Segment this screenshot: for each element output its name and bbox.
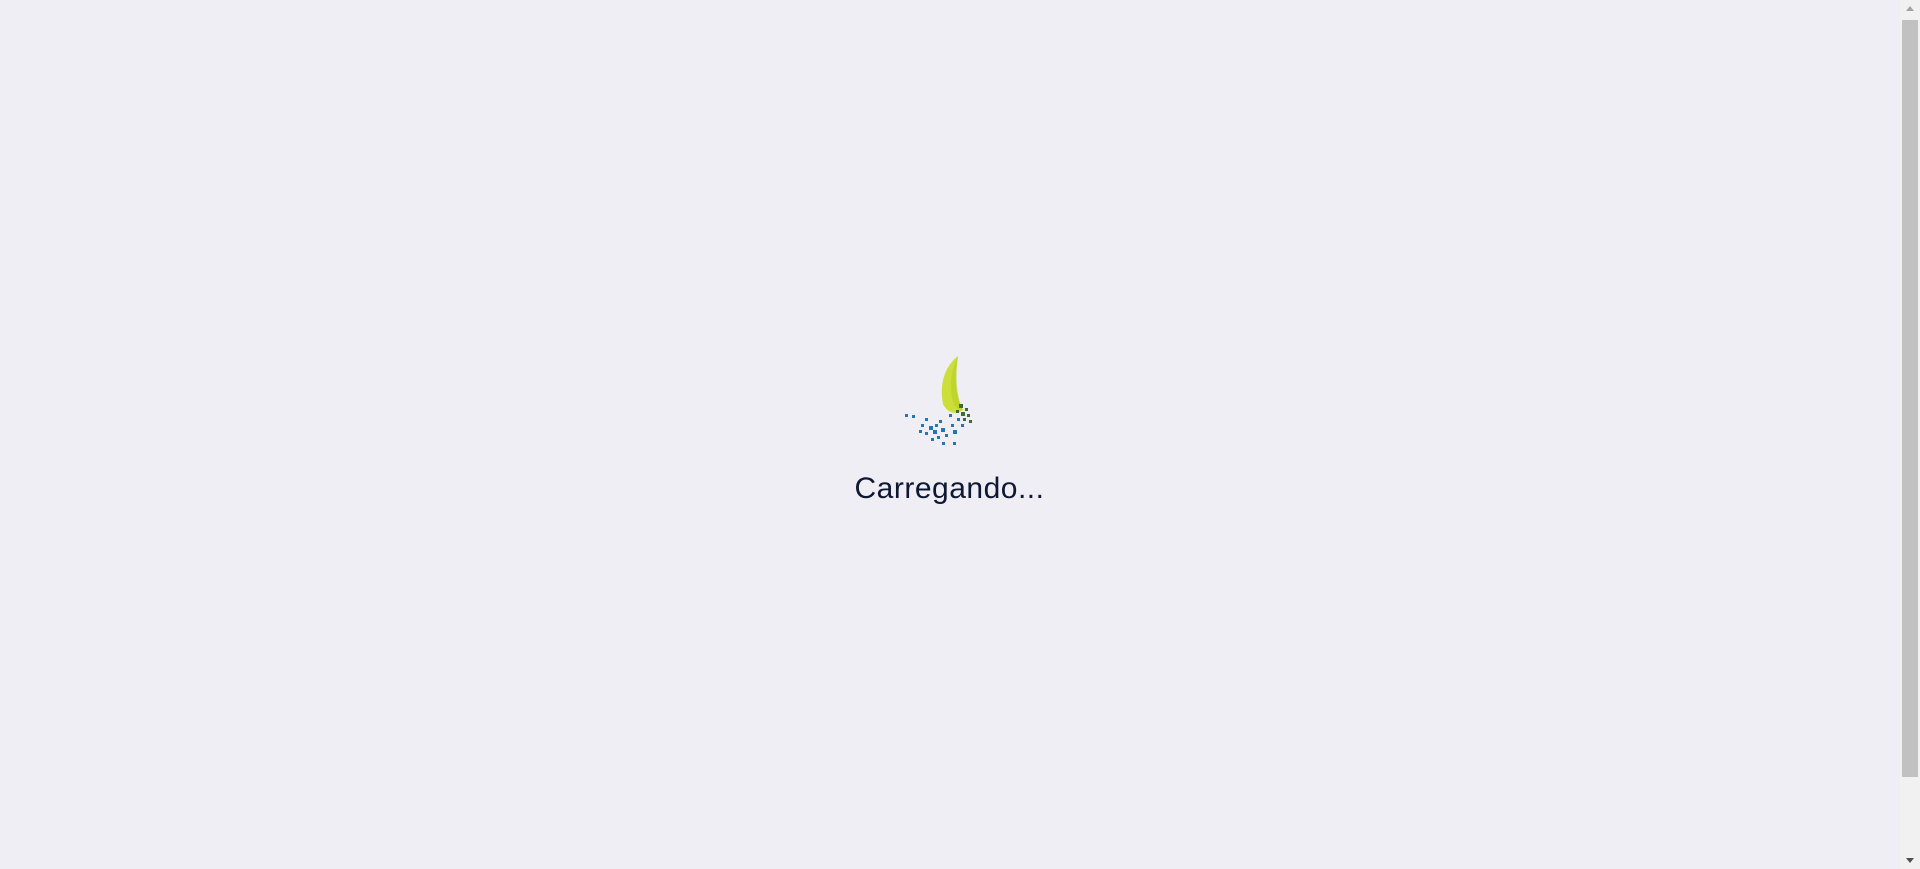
chevron-up-icon[interactable]: [1900, 0, 1920, 17]
spinning-leaf-logo-icon: [895, 352, 995, 454]
chevron-down-icon[interactable]: [1900, 852, 1920, 869]
vertical-scrollbar[interactable]: [1900, 0, 1920, 869]
page: Carregando...: [0, 0, 1920, 869]
loading-screen: Carregando...: [0, 0, 1899, 869]
loading-text: Carregando...: [854, 472, 1045, 505]
scrollbar-thumb[interactable]: [1902, 20, 1918, 777]
